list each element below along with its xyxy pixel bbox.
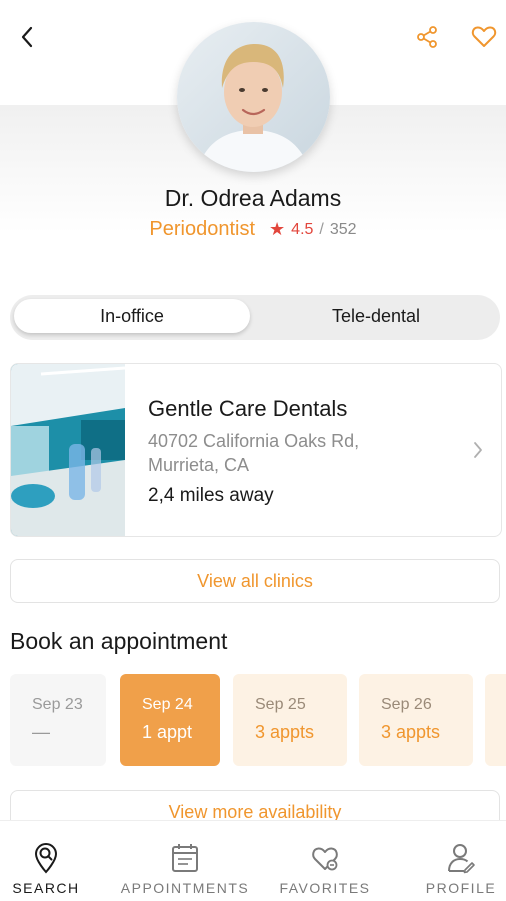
book-appointment-title: Book an appointment [10, 628, 228, 654]
heart-icon [312, 847, 338, 871]
bottom-nav: SEARCH APPOINTMENTS FAVORITES PROFILE [0, 820, 506, 901]
tab-tele-dental[interactable]: Tele-dental [258, 299, 494, 333]
share-button[interactable] [412, 22, 442, 52]
doctor-meta: Periodontist ★ 4.5 / 352 [0, 218, 506, 241]
nav-favorites[interactable]: FAVORITES [270, 821, 380, 901]
date-card-next[interactable] [485, 674, 506, 766]
clinic-name: Gentle Care Dentals [148, 396, 348, 421]
date-card-sep-26[interactable]: Sep 26 3 appts [359, 674, 473, 766]
date-card-sep-25[interactable]: Sep 25 3 appts [233, 674, 347, 766]
date-label: Sep 26 [381, 696, 432, 713]
back-button[interactable] [12, 22, 42, 52]
tab-in-office[interactable]: In-office [14, 299, 250, 333]
nav-label: FAVORITES [279, 880, 371, 896]
nav-label: SEARCH [12, 880, 80, 896]
search-location-icon [34, 842, 58, 874]
doctor-photo [177, 22, 330, 172]
star-icon: ★ [269, 219, 286, 239]
share-icon [417, 26, 437, 48]
favorite-button[interactable] [469, 22, 499, 52]
clinic-photo [11, 364, 125, 536]
availability-label: — [32, 722, 50, 742]
review-count: 352 [329, 220, 357, 238]
doctor-name: Dr. Odrea Adams [164, 185, 342, 211]
clinic-card[interactable]: Gentle Care Dentals 40702 California Oak… [10, 363, 502, 537]
heart-icon [471, 26, 497, 47]
visit-type-toggle: In-office Tele-dental [10, 295, 500, 340]
chevron-right-icon [474, 442, 482, 458]
clinic-address-line2: Murrieta, CA [148, 455, 250, 475]
doctor-avatar [177, 22, 330, 172]
nav-search[interactable]: SEARCH [0, 821, 92, 901]
view-all-clinics-button[interactable]: View all clinics [10, 559, 500, 603]
nav-appointments[interactable]: APPOINTMENTS [110, 821, 260, 901]
nav-profile[interactable]: PROFILE [416, 821, 506, 901]
user-icon [448, 844, 475, 874]
calendar-icon [172, 844, 198, 872]
nav-label: PROFILE [425, 880, 497, 896]
date-label: Sep 23 [32, 696, 83, 713]
date-card-sep-23[interactable]: Sep 23 — [10, 674, 106, 766]
availability-label: 3 appts [381, 722, 441, 742]
doctor-rating: 4.5 [291, 220, 314, 238]
chevron-left-icon [21, 26, 33, 48]
doctor-specialty: Periodontist [149, 218, 256, 240]
nav-label: APPOINTMENTS [120, 880, 250, 896]
rating-separator: / [319, 220, 324, 238]
availability-label: 1 appt [142, 722, 193, 742]
date-card-sep-24[interactable]: Sep 24 1 appt [120, 674, 220, 766]
date-label: Sep 25 [255, 696, 306, 713]
clinic-address-line1: 40702 California Oaks Rd, [148, 431, 360, 451]
clinic-distance: 2,4 miles away [148, 485, 274, 506]
date-label: Sep 24 [142, 696, 193, 713]
availability-label: 3 appts [255, 722, 315, 742]
